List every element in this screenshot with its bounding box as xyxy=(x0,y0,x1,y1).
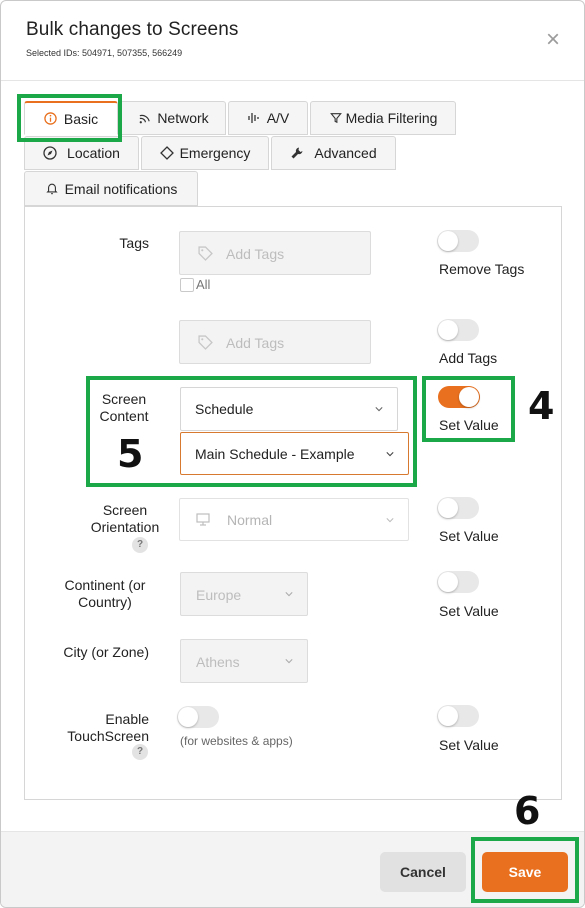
wrench-icon xyxy=(290,146,304,160)
toggle-knob xyxy=(438,706,458,726)
step-6-number: 6 xyxy=(514,789,541,833)
tab-label: Network xyxy=(157,110,209,126)
remove-tags-label: Remove Tags xyxy=(439,261,525,277)
modal-footer: Cancel Save xyxy=(1,831,584,907)
add-tags-input[interactable]: Add Tags xyxy=(179,320,371,364)
add-tags-label: Add Tags xyxy=(439,350,498,366)
tab-label: Emergency xyxy=(179,145,251,161)
toggle-knob xyxy=(438,320,458,340)
all-tags-label: All xyxy=(196,277,211,292)
bulk-changes-modal: Bulk changes to Screens Selected IDs: 50… xyxy=(0,0,585,908)
tag-icon xyxy=(198,335,213,353)
tab-label: A/V xyxy=(266,110,290,126)
chevron-down-icon xyxy=(386,517,394,522)
tab-basic[interactable]: Basic xyxy=(24,101,118,135)
touchscreen-toggle[interactable] xyxy=(177,706,219,728)
orientation-select[interactable]: Normal xyxy=(179,498,409,541)
tab-advanced[interactable]: Advanced xyxy=(271,136,396,170)
audio-wave-icon xyxy=(247,111,261,125)
bell-icon xyxy=(45,182,59,196)
content-type-value: Schedule xyxy=(195,401,254,417)
touchscreen-set-value-label: Set Value xyxy=(439,737,499,753)
tab-media-filtering[interactable]: Media Filtering xyxy=(310,101,456,135)
chevron-down-icon xyxy=(375,407,383,412)
chevron-down-icon xyxy=(386,451,394,456)
touchscreen-note: (for websites & apps) xyxy=(180,734,293,748)
city-select[interactable]: Athens xyxy=(180,639,308,683)
continent-set-value-label: Set Value xyxy=(439,603,499,619)
orientation-set-value-toggle[interactable] xyxy=(437,497,479,519)
all-tags-checkbox[interactable] xyxy=(180,278,194,292)
toggle-knob xyxy=(438,231,458,251)
toggle-knob xyxy=(438,498,458,518)
tab-av[interactable]: A/V xyxy=(228,101,308,135)
monitor-icon xyxy=(196,513,210,529)
selected-ids-text: Selected IDs: 504971, 507355, 566249 xyxy=(26,48,183,58)
content-type-select[interactable]: Schedule xyxy=(180,387,398,431)
screen-content-set-value-toggle[interactable] xyxy=(438,386,480,408)
save-button[interactable]: Save xyxy=(482,852,568,892)
toggle-knob xyxy=(178,707,198,727)
cancel-button[interactable]: Cancel xyxy=(380,852,466,892)
screen-content-label: Screen Content xyxy=(99,391,149,424)
info-icon xyxy=(44,112,58,126)
tab-emergency[interactable]: Emergency xyxy=(141,136,269,170)
continent-select[interactable]: Europe xyxy=(180,572,308,616)
help-icon[interactable]: ? xyxy=(132,744,148,760)
screen-orientation-label: Screen Orientation xyxy=(90,502,160,535)
continent-set-value-toggle[interactable] xyxy=(437,571,479,593)
chevron-down-icon xyxy=(285,592,293,597)
tags-placeholder: Add Tags xyxy=(226,335,285,351)
modal-title: Bulk changes to Screens xyxy=(26,19,239,40)
touchscreen-set-value-toggle[interactable] xyxy=(437,705,479,727)
modal-header: Bulk changes to Screens Selected IDs: 50… xyxy=(1,1,584,81)
city-label: City (or Zone) xyxy=(63,644,149,660)
tab-label: Email notifications xyxy=(64,180,178,197)
filter-icon xyxy=(329,111,343,125)
tab-label: Location xyxy=(67,145,120,161)
compass-icon xyxy=(43,146,57,160)
touchscreen-label: Enable TouchScreen xyxy=(67,711,149,744)
continent-label: Continent (or Country) xyxy=(64,577,146,610)
remove-tags-toggle[interactable] xyxy=(437,230,479,252)
remove-tags-input[interactable]: Add Tags xyxy=(179,231,371,275)
schedule-select[interactable]: Main Schedule - Example xyxy=(180,432,409,475)
tab-label: Advanced xyxy=(314,145,377,161)
orientation-value: Normal xyxy=(227,512,273,528)
step-5-number: 5 xyxy=(117,432,144,476)
screen-content-set-value-label: Set Value xyxy=(439,417,499,433)
schedule-value: Main Schedule - Example xyxy=(195,445,355,462)
city-value: Athens xyxy=(196,654,240,670)
continent-value: Europe xyxy=(196,587,242,603)
toggle-knob xyxy=(438,572,458,592)
tab-label: Basic xyxy=(63,110,99,127)
close-icon[interactable]: × xyxy=(542,28,564,52)
tags-placeholder: Add Tags xyxy=(226,246,285,262)
help-icon[interactable]: ? xyxy=(132,537,148,553)
add-tags-toggle[interactable] xyxy=(437,319,479,341)
chevron-down-icon xyxy=(285,659,293,664)
tab-email-notifications[interactable]: Email notifications xyxy=(24,171,198,206)
tags-label: Tags xyxy=(119,235,149,251)
wifi-icon xyxy=(137,111,151,125)
tab-label: Media Filtering xyxy=(345,110,438,126)
orientation-set-value-label: Set Value xyxy=(439,528,499,544)
step-4-number: 4 xyxy=(528,384,555,428)
diamond-alert-icon xyxy=(159,146,174,160)
toggle-knob xyxy=(459,387,479,407)
tab-location[interactable]: Location xyxy=(24,136,139,170)
tag-icon xyxy=(198,246,213,264)
tab-network[interactable]: Network xyxy=(120,101,226,135)
